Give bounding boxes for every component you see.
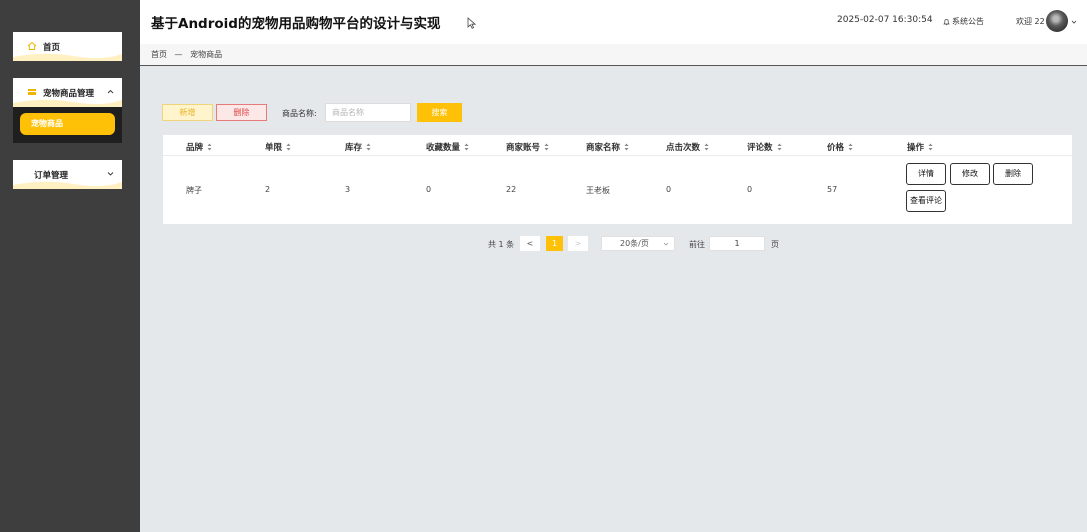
goods-icon: [28, 89, 36, 95]
pagination-current-page[interactable]: 1: [546, 236, 563, 251]
pagination-total: 共 1 条: [488, 240, 515, 249]
breadcrumb: 首页 — 宠物商品: [140, 44, 1087, 66]
chevron-down-icon: [663, 242, 669, 246]
search-label: 商品名称:: [282, 109, 317, 118]
sort-icon[interactable]: [777, 143, 782, 151]
breadcrumb-home[interactable]: 首页: [151, 50, 167, 59]
pagination-goto-input[interactable]: 1: [709, 236, 765, 251]
pagination-goto-label: 前往: [689, 240, 705, 249]
cell-merchant-account: 22: [506, 185, 517, 194]
column-header[interactable]: 操作: [907, 141, 933, 153]
cell-brand: 牌子: [186, 186, 202, 195]
current-datetime: 2025-02-07 16:30:54: [837, 15, 933, 25]
edit-button[interactable]: 修改: [950, 163, 990, 185]
welcome-text: 欢迎 22: [1016, 17, 1045, 26]
sidebar-subitem-pet-goods[interactable]: 宠物商品: [20, 113, 115, 135]
goods-table: 品牌 单限 库存 收藏数量 商家账号 商家名称 点击次数 评论数 价格 操作 牌…: [163, 135, 1072, 224]
column-header[interactable]: 商家账号: [506, 141, 549, 153]
search-button[interactable]: 搜索: [417, 103, 462, 122]
page-size-value: 20条/页: [620, 239, 649, 248]
menu-wave-decoration: [13, 99, 122, 107]
column-header[interactable]: 库存: [345, 141, 371, 153]
submenu-pet-goods: 宠物商品: [13, 107, 122, 143]
cell-comments: 0: [747, 185, 753, 194]
table-header: 品牌 单限 库存 收藏数量 商家账号 商家名称 点击次数 评论数 价格 操作: [163, 135, 1072, 156]
sidebar: 首页 宠物商品管理 宠物商品 订单管理: [0, 0, 140, 532]
sort-icon[interactable]: [704, 143, 709, 151]
sidebar-item-orders[interactable]: 订单管理: [13, 160, 122, 189]
sort-icon[interactable]: [286, 143, 291, 151]
cell-merchant-name: 王老板: [586, 186, 610, 195]
column-header[interactable]: 评论数: [747, 141, 782, 153]
page-title: 基于Android的宠物用品购物平台的设计与实现: [151, 16, 441, 32]
breadcrumb-current: 宠物商品: [190, 50, 223, 59]
chevron-down-icon: [107, 172, 114, 176]
pagination-prev-button[interactable]: <: [520, 236, 540, 251]
menu-wave-decoration: [13, 181, 122, 189]
cell-price: 57: [827, 185, 838, 194]
detail-button[interactable]: 详情: [906, 163, 946, 185]
sort-icon[interactable]: [207, 143, 212, 151]
cell-clicks: 0: [666, 185, 672, 194]
batch-delete-button[interactable]: 删除: [216, 104, 267, 121]
column-header[interactable]: 收藏数量: [426, 141, 469, 153]
mouse-cursor-icon: [467, 17, 476, 29]
add-button[interactable]: 新增: [162, 104, 213, 121]
breadcrumb-separator: —: [174, 50, 183, 59]
chevron-up-icon: [107, 89, 114, 94]
cell-favorites: 0: [426, 185, 432, 194]
avatar[interactable]: [1046, 10, 1068, 32]
search-input[interactable]: [325, 103, 411, 122]
sort-icon[interactable]: [928, 143, 933, 151]
sort-icon[interactable]: [624, 143, 629, 151]
sort-icon[interactable]: [366, 143, 371, 151]
sort-icon[interactable]: [464, 143, 469, 151]
chevron-down-icon[interactable]: [1071, 19, 1077, 25]
menu-wave-decoration: [13, 53, 122, 61]
page-size-select[interactable]: 20条/页: [601, 236, 675, 251]
system-notice-link[interactable]: 系统公告: [943, 16, 984, 27]
system-notice-label: 系统公告: [952, 17, 984, 26]
bell-icon: [943, 18, 950, 25]
cell-limit: 2: [265, 185, 271, 194]
sort-icon[interactable]: [544, 143, 549, 151]
top-header: 基于Android的宠物用品购物平台的设计与实现 2025-02-07 16:3…: [140, 0, 1087, 44]
view-comments-button[interactable]: 查看评论: [906, 190, 946, 212]
pagination-page-suffix: 页: [771, 240, 779, 249]
delete-row-button[interactable]: 删除: [993, 163, 1033, 185]
column-header[interactable]: 单限: [265, 141, 291, 153]
column-header[interactable]: 商家名称: [586, 141, 629, 153]
sort-icon[interactable]: [848, 143, 853, 151]
sidebar-item-home[interactable]: 首页: [13, 32, 122, 61]
pagination-next-button[interactable]: >: [568, 236, 588, 251]
cell-stock: 3: [345, 185, 351, 194]
column-header[interactable]: 点击次数: [666, 141, 709, 153]
home-icon: [27, 41, 37, 50]
column-header[interactable]: 价格: [827, 141, 853, 153]
sidebar-item-pet-goods[interactable]: 宠物商品管理: [13, 78, 122, 107]
column-header[interactable]: 品牌: [186, 141, 212, 153]
